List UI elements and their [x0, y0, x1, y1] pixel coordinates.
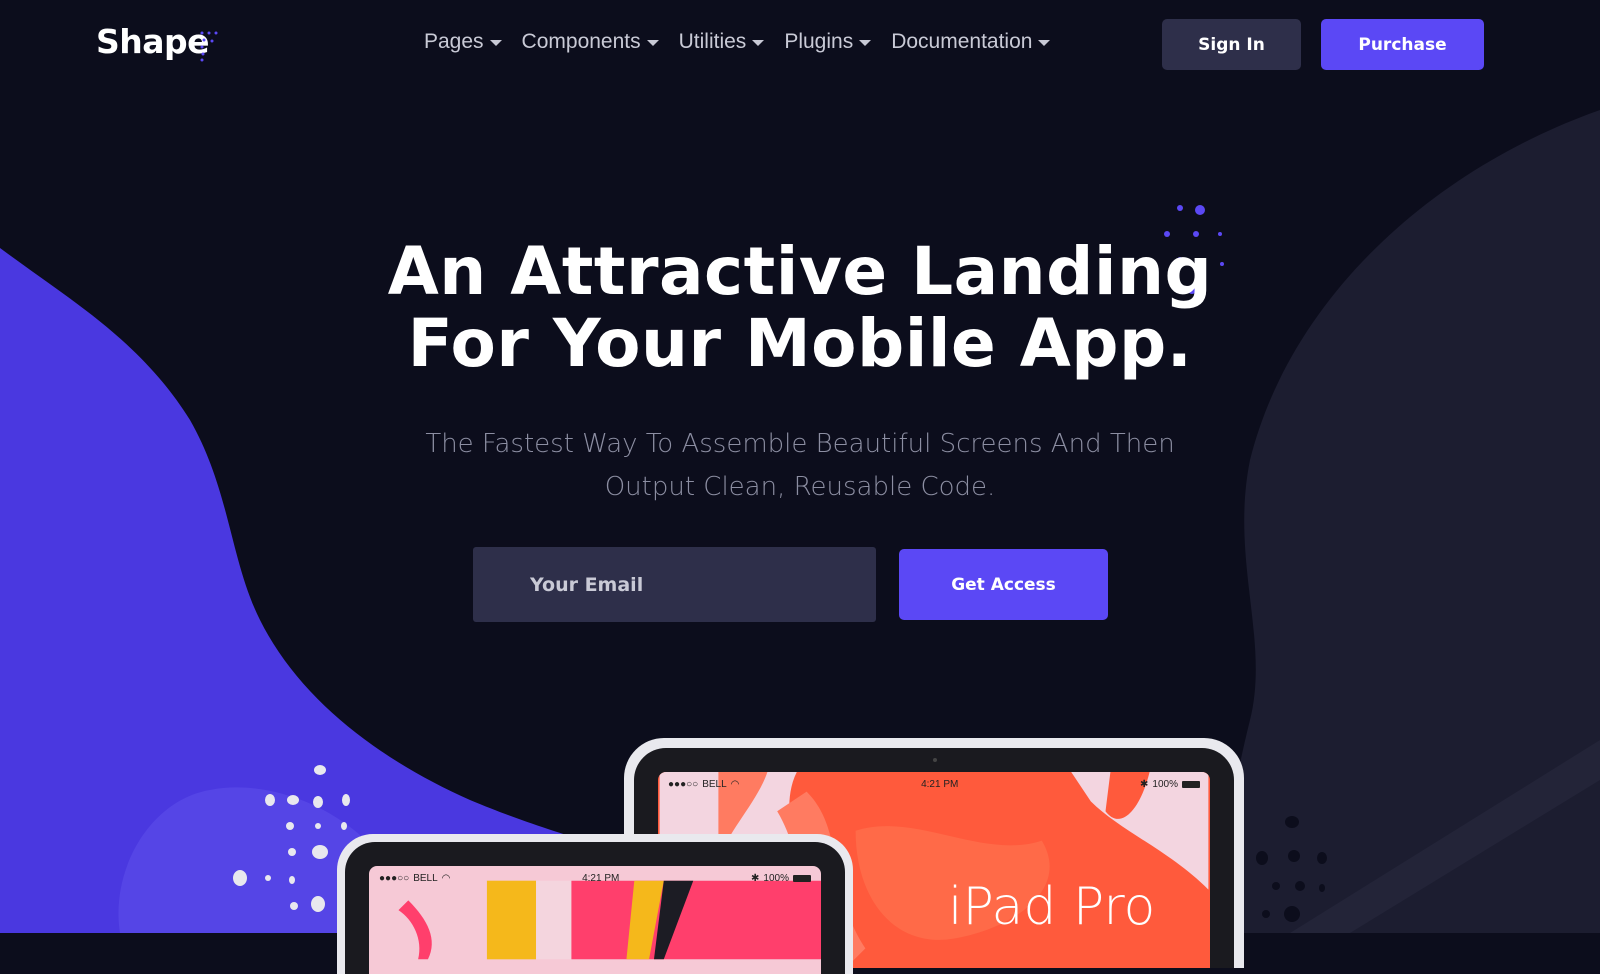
- nav-item-components[interactable]: Components: [522, 30, 659, 54]
- device-bezel: ●●●○○ BELL ◠ 4:21 PM ✱ 100%: [345, 842, 845, 974]
- purchase-button[interactable]: Purchase: [1321, 19, 1484, 70]
- battery-text: 100%: [763, 873, 789, 884]
- bluetooth-icon: ✱: [1140, 779, 1149, 790]
- caret-down-icon: [752, 40, 765, 46]
- nav-item-label: Pages: [424, 30, 484, 53]
- signal-icon: ●●●○○: [668, 779, 699, 790]
- brand-logo[interactable]: Shape: [96, 22, 210, 61]
- logo-dots-icon: [200, 31, 218, 62]
- battery-text: 100%: [1152, 779, 1178, 790]
- caret-down-icon: [489, 40, 502, 46]
- email-input[interactable]: [473, 547, 876, 622]
- status-time: 4:21 PM: [582, 873, 620, 884]
- status-bar: ●●●○○ BELL ◠ 4:21 PM ✱ 100%: [379, 873, 811, 884]
- get-access-button[interactable]: Get Access: [899, 549, 1108, 620]
- main-nav: Pages Components Utilities Plugins Docum…: [424, 30, 1051, 54]
- battery-icon: [793, 875, 811, 882]
- nav-item-label: Components: [521, 30, 641, 53]
- hero-subtitle: The Fastest Way To Assemble Beautiful Sc…: [350, 423, 1250, 509]
- wifi-icon: ◠: [441, 873, 451, 884]
- caret-down-icon: [859, 40, 872, 46]
- hero-subtitle-line-1: The Fastest Way To Assemble Beautiful Sc…: [425, 429, 1175, 459]
- carrier-text: BELL: [413, 873, 438, 884]
- device-screen: ●●●○○ BELL ◠ 4:21 PM ✱ 100%: [369, 866, 821, 974]
- hero-title-line-1: An Attractive Landing: [387, 233, 1213, 310]
- camera-icon: [933, 758, 937, 762]
- hero-subtitle-line-2: Output Clean, Reusable Code.: [604, 472, 996, 502]
- carrier-text: BELL: [702, 779, 727, 790]
- bluetooth-icon: ✱: [751, 873, 760, 884]
- sign-in-button[interactable]: Sign In: [1162, 19, 1301, 70]
- caret-down-icon: [646, 40, 659, 46]
- nav-item-label: Utilities: [678, 30, 747, 53]
- hero-title: An Attractive Landing For Your Mobile Ap…: [300, 236, 1300, 380]
- status-bar: ●●●○○ BELL ◠ 4:21 PM ✱ 100%: [668, 779, 1200, 790]
- navbar: Shape Pages Components Utilities Plugins…: [0, 0, 1600, 90]
- ipad-pro-label: iPad Pro: [948, 877, 1156, 937]
- nav-item-label: Plugins: [784, 30, 854, 53]
- nav-item-utilities[interactable]: Utilities: [679, 30, 765, 54]
- signal-icon: ●●●○○: [379, 873, 410, 884]
- wifi-icon: ◠: [730, 779, 740, 790]
- ipad-mini-device: ●●●○○ BELL ◠ 4:21 PM ✱ 100%: [337, 834, 853, 974]
- status-time: 4:21 PM: [921, 779, 959, 790]
- nav-item-plugins[interactable]: Plugins: [784, 30, 872, 54]
- nav-item-pages[interactable]: Pages: [424, 30, 502, 54]
- hero-title-line-2: For Your Mobile App.: [407, 305, 1193, 382]
- nav-item-label: Documentation: [891, 30, 1033, 53]
- battery-icon: [1182, 781, 1200, 788]
- nav-item-documentation[interactable]: Documentation: [891, 30, 1051, 54]
- caret-down-icon: [1038, 40, 1051, 46]
